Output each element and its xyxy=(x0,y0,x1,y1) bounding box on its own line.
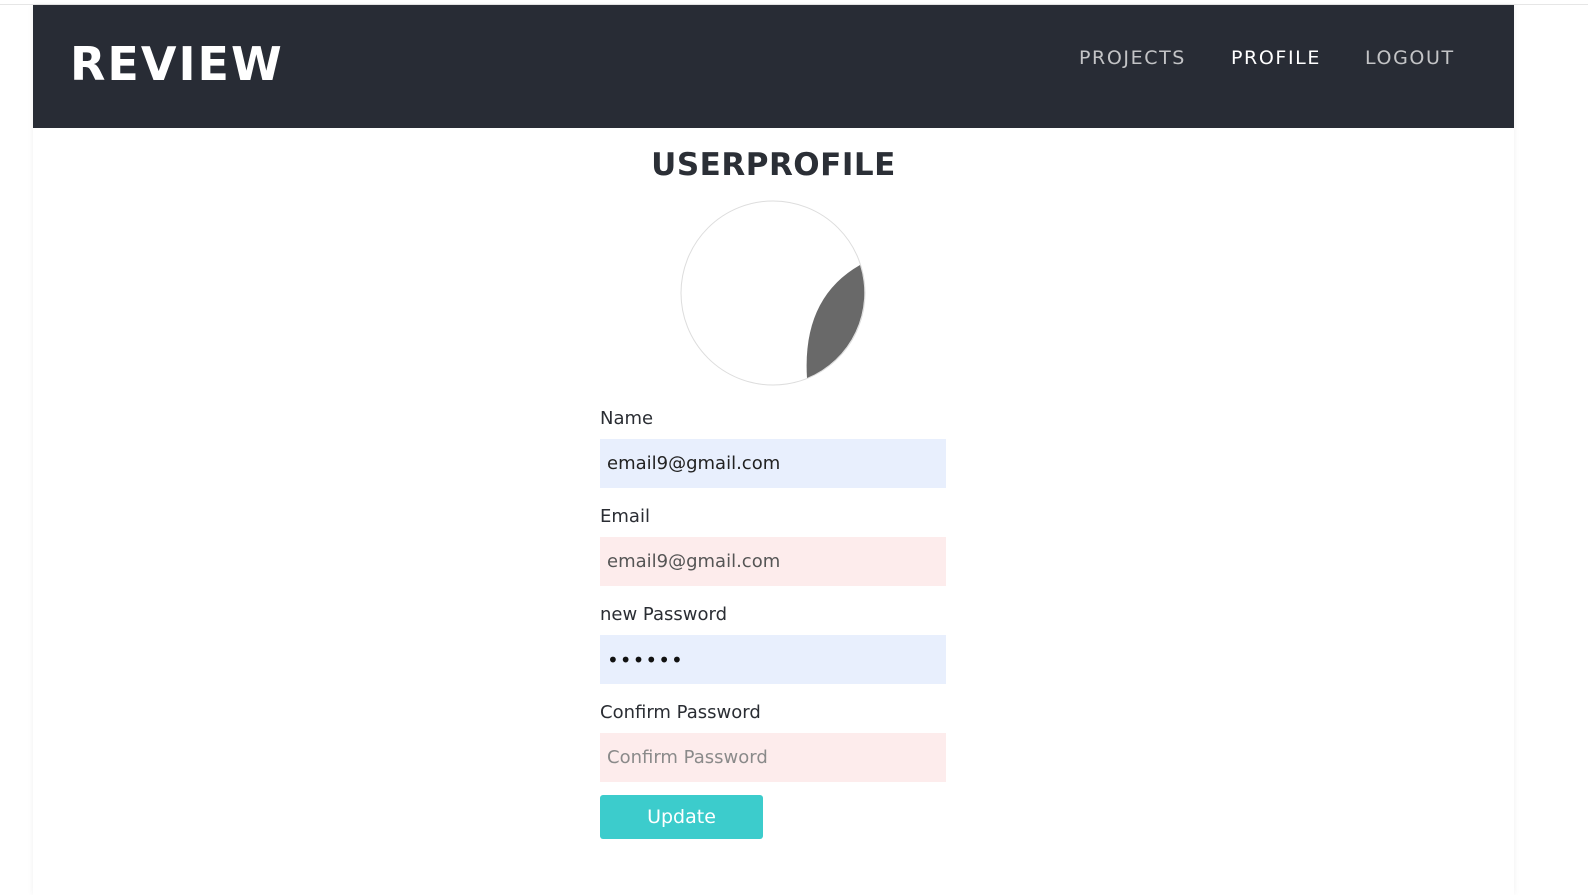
name-input[interactable] xyxy=(600,439,946,488)
nav-logout-link[interactable]: LOGOUT xyxy=(1365,43,1455,73)
update-button[interactable]: Update xyxy=(600,795,763,839)
page-container: REVIEW PROJECTS PROFILE LOGOUT USERPROFI… xyxy=(33,5,1514,895)
confirm-password-label: Confirm Password xyxy=(600,702,761,723)
navbar: REVIEW PROJECTS PROFILE LOGOUT xyxy=(33,5,1514,128)
email-input[interactable] xyxy=(600,537,946,586)
brand-logo[interactable]: REVIEW xyxy=(70,33,284,95)
name-label: Name xyxy=(600,408,654,429)
nav-projects-link[interactable]: PROJECTS xyxy=(1079,43,1186,73)
profile-avatar[interactable] xyxy=(680,200,866,386)
confirm-password-input[interactable] xyxy=(600,733,946,782)
email-label: Email xyxy=(600,506,650,527)
user-avatar-placeholder-icon xyxy=(680,200,866,386)
new-password-label: new Password xyxy=(600,604,728,625)
page-title: USERPROFILE xyxy=(651,147,896,183)
new-password-input[interactable] xyxy=(600,635,946,684)
nav-profile-link[interactable]: PROFILE xyxy=(1231,43,1321,73)
profile-form: Name Email new Password Confirm Password… xyxy=(600,403,946,839)
